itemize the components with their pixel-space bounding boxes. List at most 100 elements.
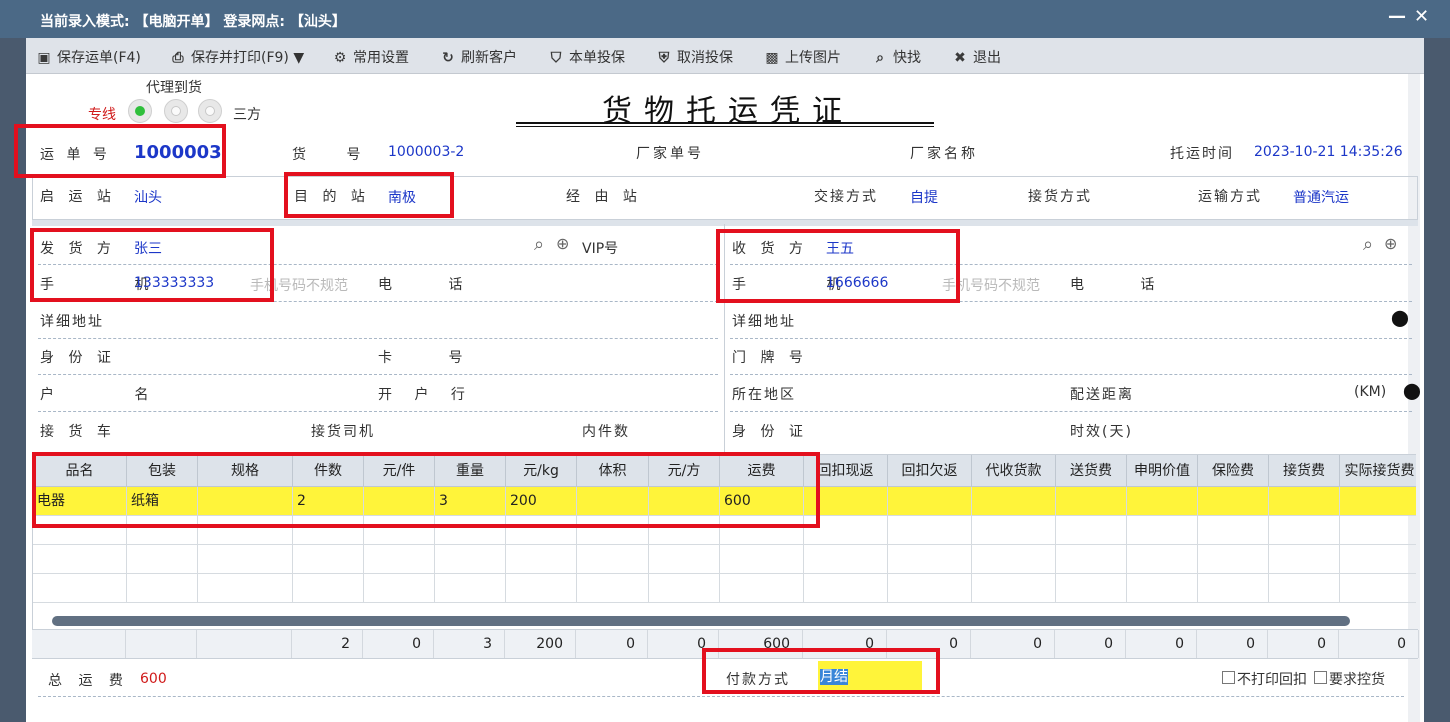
empty-cell[interactable] [293, 574, 364, 603]
column-header[interactable]: 品名 [33, 455, 127, 487]
empty-cell[interactable] [972, 545, 1056, 574]
empty-cell[interactable] [888, 516, 972, 545]
empty-cell[interactable] [972, 574, 1056, 603]
origin-value[interactable]: 汕头 [134, 187, 162, 207]
empty-cell[interactable] [127, 545, 198, 574]
empty-cell[interactable] [364, 516, 435, 545]
column-header[interactable]: 回扣现返 [804, 455, 888, 487]
empty-cell[interactable] [888, 545, 972, 574]
empty-cell[interactable] [888, 574, 972, 603]
goods-cell[interactable]: 600 [720, 487, 804, 516]
column-header[interactable]: 重量 [435, 455, 506, 487]
transport-value[interactable]: 普通汽运 [1293, 187, 1349, 207]
empty-cell[interactable] [577, 516, 649, 545]
empty-cell[interactable] [720, 574, 804, 603]
sender-locate-icon[interactable]: ⊕ [556, 234, 569, 253]
empty-cell[interactable] [127, 574, 198, 603]
empty-cell[interactable] [33, 574, 127, 603]
map-pin-icon[interactable]: ⬤ [1391, 308, 1409, 327]
column-header[interactable]: 保险费 [1198, 455, 1269, 487]
empty-cell[interactable] [127, 516, 198, 545]
upload-image-button[interactable]: ▩ 上传图片 [764, 47, 841, 67]
goods-cell[interactable]: 电器 [33, 487, 127, 516]
column-header[interactable]: 代收货款 [972, 455, 1056, 487]
empty-cell[interactable] [33, 545, 127, 574]
ship-time-value[interactable]: 2023-10-21 14:35:26 [1254, 144, 1403, 160]
column-header[interactable]: 件数 [293, 455, 364, 487]
empty-cell[interactable] [33, 516, 127, 545]
empty-cell[interactable] [198, 574, 293, 603]
sender-mobile-value[interactable]: 133333333 [134, 275, 214, 291]
column-header[interactable]: 运费 [720, 455, 804, 487]
require-control-checkbox[interactable] [1314, 671, 1327, 684]
empty-cell[interactable] [1127, 545, 1198, 574]
goods-cell[interactable] [804, 487, 888, 516]
empty-cell[interactable] [804, 574, 888, 603]
column-header[interactable]: 元/kg [506, 455, 577, 487]
empty-cell[interactable] [1269, 545, 1340, 574]
empty-cell[interactable] [435, 545, 506, 574]
empty-cell[interactable] [972, 516, 1056, 545]
save-button[interactable]: ▣ 保存运单(F4) [36, 47, 141, 67]
empty-cell[interactable] [293, 516, 364, 545]
empty-cell[interactable] [1340, 516, 1416, 545]
empty-cell[interactable] [1340, 545, 1416, 574]
goods-cell[interactable]: 200 [506, 487, 577, 516]
empty-cell[interactable] [1056, 574, 1127, 603]
distance-pin-icon[interactable]: ⬤ [1403, 381, 1421, 400]
receiver-mobile-value[interactable]: 1666666 [826, 275, 888, 291]
receiver-locate-icon[interactable]: ⊕ [1384, 234, 1397, 253]
empty-cell[interactable] [506, 545, 577, 574]
goods-cell[interactable] [1340, 487, 1416, 516]
empty-cell[interactable] [364, 545, 435, 574]
cancel-insure-button[interactable]: ⛨ 取消投保 [656, 47, 733, 67]
empty-cell[interactable] [577, 574, 649, 603]
column-header[interactable]: 元/件 [364, 455, 435, 487]
column-header[interactable]: 元/方 [649, 455, 720, 487]
receiver-name-value[interactable]: 王五 [826, 238, 854, 258]
empty-cell[interactable] [649, 516, 720, 545]
empty-cell[interactable] [506, 574, 577, 603]
column-header[interactable]: 规格 [198, 455, 293, 487]
goods-cell[interactable] [1056, 487, 1127, 516]
goods-cell[interactable] [888, 487, 972, 516]
empty-cell[interactable] [198, 516, 293, 545]
settings-button[interactable]: ⚙ 常用设置 [332, 47, 409, 67]
goods-cell[interactable]: 3 [435, 487, 506, 516]
empty-cell[interactable] [1127, 516, 1198, 545]
horizontal-scrollbar[interactable] [52, 616, 1350, 626]
payment-method-select[interactable]: 月结 [818, 661, 922, 693]
empty-cell[interactable] [506, 516, 577, 545]
minimize-button[interactable]: — [1388, 6, 1406, 27]
close-button[interactable]: ✕ [1414, 6, 1429, 27]
empty-cell[interactable] [1056, 516, 1127, 545]
goods-cell[interactable] [364, 487, 435, 516]
goods-cell[interactable]: 2 [293, 487, 364, 516]
goods-cell[interactable]: 纸箱 [127, 487, 198, 516]
refresh-customer-button[interactable]: ↻ 刷新客户 [440, 47, 517, 67]
empty-cell[interactable] [720, 516, 804, 545]
goods-cell[interactable] [972, 487, 1056, 516]
empty-cell[interactable] [804, 516, 888, 545]
handover-value[interactable]: 自提 [910, 187, 938, 207]
empty-cell[interactable] [1269, 516, 1340, 545]
column-header[interactable]: 接货费 [1269, 455, 1340, 487]
column-header[interactable]: 送货费 [1056, 455, 1127, 487]
line-mode-radio[interactable] [128, 99, 152, 123]
goods-cell[interactable] [577, 487, 649, 516]
column-header[interactable]: 申明价值 [1127, 455, 1198, 487]
empty-cell[interactable] [364, 574, 435, 603]
sender-search-icon[interactable]: ⌕ [534, 234, 544, 255]
goods-no-value[interactable]: 1000003-2 [388, 144, 464, 160]
column-header[interactable]: 体积 [577, 455, 649, 487]
empty-cell[interactable] [293, 545, 364, 574]
empty-cell[interactable] [1198, 545, 1269, 574]
goods-cell[interactable] [649, 487, 720, 516]
agent-mode-radio[interactable] [164, 99, 188, 123]
dest-value[interactable]: 南极 [388, 187, 416, 207]
column-header[interactable]: 包装 [127, 455, 198, 487]
goods-cell[interactable] [1198, 487, 1269, 516]
empty-cell[interactable] [577, 545, 649, 574]
empty-cell[interactable] [435, 574, 506, 603]
save-print-button[interactable]: ⎙ 保存并打印(F9) ▼ [170, 47, 304, 67]
